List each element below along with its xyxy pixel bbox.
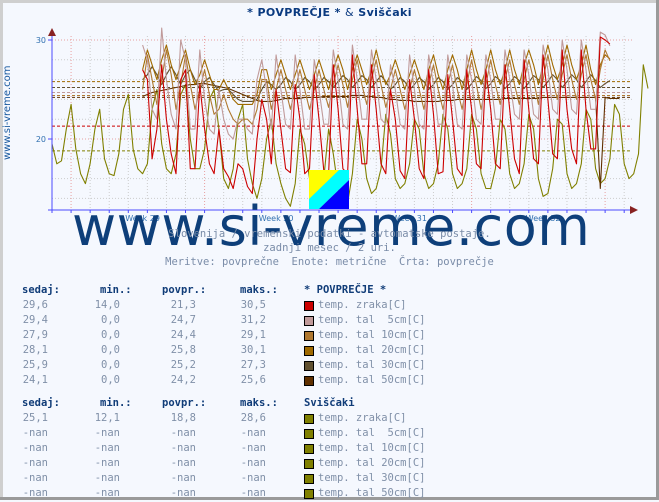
legend-label: temp. tal 5cm[C] [318,427,426,439]
header-now: sedaj: [22,397,60,409]
value-avg: 25,2 [170,359,196,371]
value-now: -nan [22,442,48,454]
legend-swatch [304,474,314,484]
group-title: * POVPREČJE * [304,284,387,296]
value-now: 24,1 [22,374,48,386]
value-avg: -nan [170,457,196,469]
header-min: min.: [100,397,132,409]
value-max: -nan [240,457,266,469]
legend-label: temp. tal 5cm[C] [318,314,426,326]
legend-swatch [304,376,314,386]
value-min: -nan [94,472,120,484]
header-avg: povpr.: [162,284,207,296]
subtitle-line-3: Meritve: povprečne Enote: metrične Črta:… [165,256,494,268]
legend-swatch [304,414,314,424]
value-now: 27,9 [22,329,48,341]
value-min: -nan [94,487,120,499]
value-avg: 24,4 [170,329,196,341]
legend-swatch [304,361,314,371]
value-max: -nan [240,442,266,454]
value-max: 28,6 [240,412,266,424]
value-min: -nan [94,457,120,469]
value-min: -nan [94,427,120,439]
value-min: 0,0 [101,359,120,371]
value-max: 29,1 [240,329,266,341]
value-now: 25,9 [22,359,48,371]
value-avg: -nan [170,442,196,454]
header-avg: povpr.: [162,397,207,409]
y-tick-label: 20 [36,135,46,144]
value-now: 29,4 [22,314,48,326]
legend-label: temp. tal 20cm[C] [318,344,426,356]
value-now: 25,1 [22,412,48,424]
value-now: -nan [22,427,48,439]
x-axis-arrow-icon [630,206,638,214]
value-max: 30,5 [240,299,266,311]
value-avg: 21,3 [170,299,196,311]
legend-label: temp. tal 10cm[C] [318,329,426,341]
value-max: 31,2 [240,314,266,326]
legend-label: temp. tal 10cm[C] [318,442,426,454]
value-avg: -nan [170,427,196,439]
legend-swatch [304,489,314,499]
value-now: 28,1 [22,344,48,356]
value-max: -nan [240,427,266,439]
legend-swatch [304,429,314,439]
legend-swatch [304,316,314,326]
value-now: -nan [22,472,48,484]
subtitle-line-2: zadnji mesec / 2 uri. [263,242,396,254]
series-lines [51,27,649,207]
legend-swatch [304,444,314,454]
chart-svg: 2030Week 29 Week 30 Week 31 Week 32 [36,27,649,223]
value-min: 0,0 [101,314,120,326]
subtitle-line-1: Slovenija / vremenski podatki - avtomats… [168,228,491,240]
header-now: sedaj: [22,284,60,296]
header-max: maks.: [240,397,278,409]
value-min: 0,0 [101,329,120,341]
value-min: 0,0 [101,344,120,356]
y-axis-arrow-icon [48,28,56,36]
legend-swatch [304,331,314,341]
legend-label: temp. zraka[C] [318,299,407,311]
value-now: -nan [22,487,48,499]
legend-label: temp. tal 50cm[C] [318,487,426,499]
value-avg: -nan [170,472,196,484]
header-max: maks.: [240,284,278,296]
value-avg: 25,8 [170,344,196,356]
legend-label: temp. tal 30cm[C] [318,359,426,371]
value-avg: 24,7 [170,314,196,326]
value-now: -nan [22,457,48,469]
header-min: min.: [100,284,132,296]
value-max: 27,3 [240,359,266,371]
value-max: -nan [240,472,266,484]
value-min: 12,1 [94,412,120,424]
legend-swatch [304,459,314,469]
value-min: 0,0 [101,374,120,386]
value-avg: -nan [170,487,196,499]
y-tick-label: 30 [36,36,46,45]
legend-swatch [304,301,314,311]
legend-label: temp. tal 50cm[C] [318,374,426,386]
legend-label: temp. zraka[C] [318,412,407,424]
legend-label: temp. tal 20cm[C] [318,457,426,469]
value-min: 14,0 [94,299,120,311]
value-avg: 24,2 [170,374,196,386]
value-avg: 18,8 [170,412,196,424]
legend-swatch [304,346,314,356]
group-title: Sviščaki [304,397,355,409]
legend-label: temp. tal 30cm[C] [318,472,426,484]
value-max: 25,6 [240,374,266,386]
value-now: 29,6 [22,299,48,311]
value-max: -nan [240,487,266,499]
value-min: -nan [94,442,120,454]
value-max: 30,1 [240,344,266,356]
